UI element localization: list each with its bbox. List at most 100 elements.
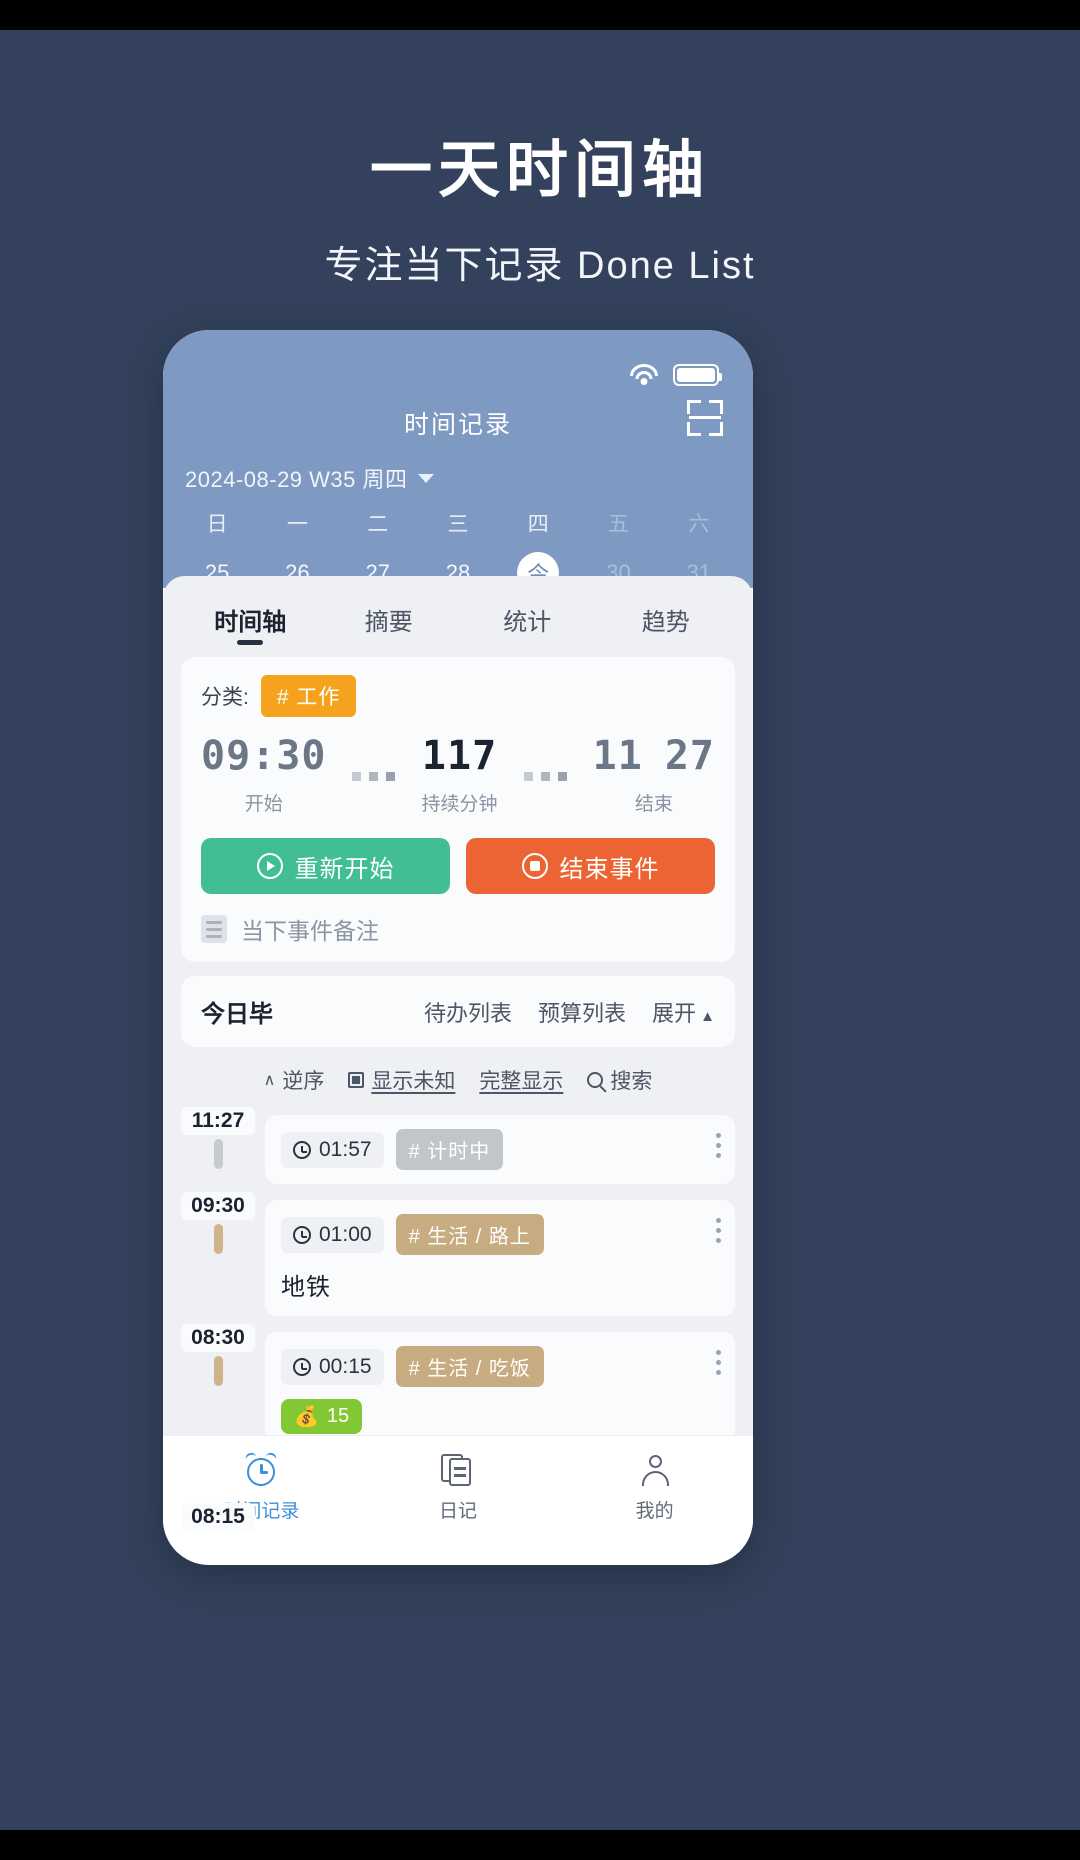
dots-separator-right <box>498 768 593 816</box>
start-time-block[interactable]: 09:30 开始 <box>201 733 326 816</box>
filter-show-unknown[interactable]: 显示未知 <box>348 1065 455 1095</box>
timeline-row-1: 09:30 01:00 # 生活 / 路上 地铁 <box>181 1192 735 1324</box>
expand-toggle[interactable]: 展开 ▲ <box>652 996 715 1028</box>
date-selector[interactable]: 2024-08-29 W35 周四 <box>163 454 753 494</box>
event-tag[interactable]: # 生活 / 吃饭 <box>395 1346 544 1387</box>
chevron-up-icon: ▲ <box>695 1007 715 1025</box>
page-subtitle: 专注当下记录 Done List <box>324 245 756 287</box>
timeline-row-0: 11:27 01:57 # 计时中 <box>181 1107 735 1192</box>
timeline-time: 09:30 <box>181 1192 255 1220</box>
filter-full-display-label: 完整显示 <box>479 1070 564 1093</box>
end-event-button[interactable]: 结束事件 <box>466 838 715 894</box>
event-duration-chip: 00:15 <box>281 1348 384 1385</box>
stop-icon <box>521 853 548 879</box>
tab-statistics[interactable]: 统计 <box>458 588 597 643</box>
event-duration: 01:00 <box>319 1222 372 1246</box>
end-time-value: 11 27 <box>593 733 715 779</box>
checkbox-icon <box>348 1072 365 1088</box>
timeline-bar <box>213 1224 223 1254</box>
timeline-axis-1: 09:30 <box>181 1192 255 1324</box>
clock-icon <box>293 1357 311 1376</box>
event-top-row: 00:15 # 生活 / 吃饭 <box>281 1346 719 1387</box>
event-note-input[interactable]: 当下事件备注 <box>201 912 715 946</box>
timer-button-row: 重新开始 结束事件 <box>201 838 715 894</box>
timeline-bar <box>213 1356 223 1386</box>
timer-row: 09:30 开始 117 持续分钟 11 27 结束 <box>201 733 715 816</box>
tab-bar: 时间轴 摘要 统计 趋势 <box>163 576 753 643</box>
user-icon <box>638 1452 672 1488</box>
event-duration-chip: 01:00 <box>281 1216 384 1253</box>
timeline-event-card[interactable]: 01:00 # 生活 / 路上 地铁 <box>265 1200 735 1316</box>
event-menu-icon[interactable] <box>716 1133 721 1163</box>
note-placeholder: 当下事件备注 <box>241 918 379 944</box>
phone-mockup: 时间记录 2024-08-29 W35 周四 日 25 一 26 二 27 三 … <box>163 330 753 1565</box>
tab-trend[interactable]: 趋势 <box>597 588 736 643</box>
budget-list-link[interactable]: 预算列表 <box>538 996 626 1028</box>
filter-show-unknown-label: 显示未知 <box>371 1070 456 1093</box>
timeline-event-card[interactable]: 01:57 # 计时中 <box>265 1115 735 1184</box>
timeline-bar <box>213 1139 223 1169</box>
event-menu-icon[interactable] <box>716 1218 721 1248</box>
poster-background: 一天时间轴 专注当下记录 Done List 时间记录 2024-08-29 W… <box>0 30 1080 1830</box>
event-money-badge: 💰 15 <box>281 1399 363 1434</box>
duration-label: 持续分钟 <box>421 794 498 815</box>
event-tag[interactable]: # 生活 / 路上 <box>395 1214 544 1255</box>
chevron-up-icon: ∧ <box>263 1072 276 1089</box>
event-text: 地铁 <box>281 1274 331 1301</box>
category-row: 分类: # 工作 <box>201 675 715 717</box>
app-title: 时间记录 <box>403 411 512 439</box>
restart-button[interactable]: 重新开始 <box>201 838 450 894</box>
tab-timeline[interactable]: 时间轴 <box>181 588 320 643</box>
event-top-row: 01:00 # 生活 / 路上 <box>281 1214 719 1255</box>
scan-icon[interactable] <box>687 400 723 436</box>
nav-item-profile[interactable]: 我的 <box>556 1452 753 1523</box>
weekday-label: 日 <box>206 513 228 536</box>
timeline-time: 11:27 <box>181 1107 255 1135</box>
end-event-button-label: 结束事件 <box>559 855 660 883</box>
filter-search[interactable]: 搜索 <box>587 1065 652 1095</box>
event-tag[interactable]: # 计时中 <box>395 1129 504 1170</box>
tab-summary[interactable]: 摘要 <box>320 588 459 643</box>
event-top-row: 01:57 # 计时中 <box>281 1129 719 1170</box>
alarm-clock-icon <box>243 1451 279 1488</box>
todo-list-link[interactable]: 待办列表 <box>424 996 512 1028</box>
timeline-time: 08:15 <box>181 1503 255 1531</box>
timeline-time: 08:30 <box>181 1324 255 1352</box>
filter-search-label: 搜索 <box>610 1070 653 1093</box>
bottom-nav: 时间记录 日记 我的 <box>163 1435 753 1553</box>
filter-full-display[interactable]: 完整显示 <box>479 1065 563 1095</box>
weekday-label: 二 <box>367 513 389 536</box>
event-duration: 01:57 <box>319 1137 372 1161</box>
wifi-icon <box>629 364 659 386</box>
active-timer-card: 分类: # 工作 09:30 开始 117 持续分钟 11 27 结束 重新开始… <box>181 657 735 962</box>
end-time-block[interactable]: 11 27 结束 <box>593 733 715 816</box>
note-icon <box>201 915 227 943</box>
page-title: 一天时间轴 <box>369 136 710 205</box>
end-minute: 27 <box>664 733 715 779</box>
search-icon <box>587 1072 604 1088</box>
date-text: 2024-08-29 W35 周四 <box>185 467 408 492</box>
app-body: 时间轴 摘要 统计 趋势 分类: # 工作 09:30 开始 117 持续分钟 … <box>163 576 753 1553</box>
nav-item-diary[interactable]: 日记 <box>360 1452 557 1523</box>
nav-label: 我的 <box>635 1501 674 1522</box>
weekday-label: 四 <box>527 513 549 536</box>
event-money-value: 15 <box>326 1405 350 1427</box>
app-header: 时间记录 2024-08-29 W35 周四 日 25 一 26 二 27 三 … <box>163 330 753 594</box>
replay-icon <box>256 853 283 879</box>
category-tag[interactable]: # 工作 <box>260 675 357 717</box>
filter-reverse[interactable]: ∧ 逆序 <box>264 1065 325 1095</box>
list-header: 今日毕 待办列表 预算列表 展开 ▲ <box>181 976 735 1047</box>
expand-label: 展开 <box>651 1000 696 1026</box>
chevron-down-icon <box>417 473 434 483</box>
battery-icon <box>673 364 722 386</box>
weekday-label: 一 <box>286 513 308 536</box>
clock-icon <box>293 1140 311 1159</box>
timeline-axis-0: 11:27 <box>181 1107 255 1192</box>
category-label: 分类: <box>201 686 249 709</box>
filter-row: ∧ 逆序 显示未知 完整显示 搜索 <box>163 1047 753 1107</box>
weekday-label: 五 <box>608 513 630 536</box>
event-menu-icon[interactable] <box>716 1350 721 1380</box>
start-time-value: 09:30 <box>201 733 327 779</box>
restart-button-label: 重新开始 <box>294 855 395 883</box>
end-hour: 11 <box>592 733 643 779</box>
